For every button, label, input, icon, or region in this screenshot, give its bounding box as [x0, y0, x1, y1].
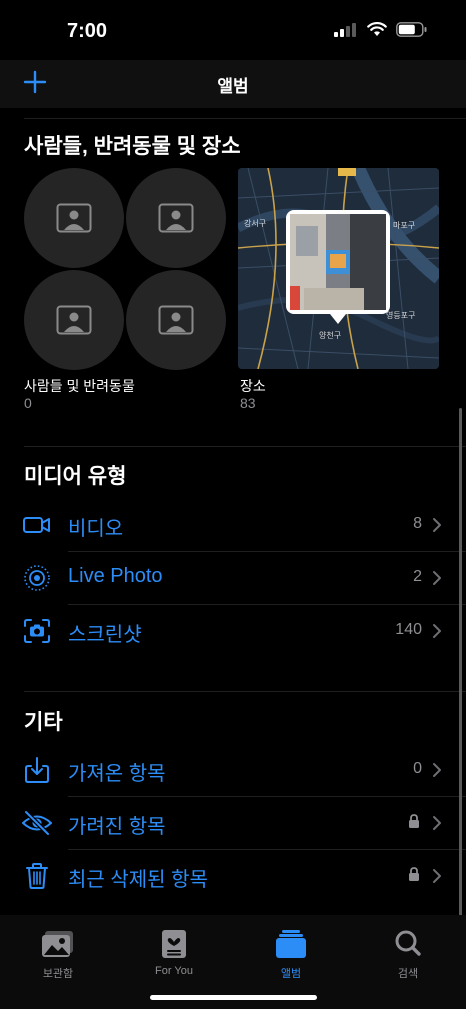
scrollbar[interactable] [459, 408, 462, 918]
media-types-section-title: 미디어 유형 [24, 465, 127, 488]
other-row-imports[interactable]: 가져온 항목 0 [0, 744, 466, 796]
status-bar: 7:00 [0, 0, 466, 60]
lock-icon [409, 814, 419, 828]
search-icon [395, 930, 421, 956]
person-placeholder [126, 168, 226, 268]
person-placeholder-icon [158, 305, 194, 335]
section-divider [24, 446, 466, 447]
people-places-section-title: 사람들, 반려동물 및 장소 [24, 135, 241, 158]
screenshot-icon [24, 619, 50, 643]
navigation-bar: 앨범 [0, 60, 466, 108]
person-placeholder [24, 168, 124, 268]
section-divider [24, 691, 466, 692]
divider [24, 118, 466, 119]
status-icons [334, 22, 428, 37]
tab-label: 검색 [397, 968, 419, 980]
media-row-screenshots[interactable]: 스크린샷 140 [0, 605, 466, 657]
places-album-count: 83 [240, 395, 256, 411]
other-row-label: 최근 삭제된 항목 [68, 869, 208, 891]
media-row-count: 2 [413, 568, 422, 585]
person-placeholder-icon [158, 203, 194, 233]
page-title: 앨범 [217, 77, 249, 96]
other-row-label: 가려진 항목 [68, 816, 166, 838]
media-row-label: Live Photo [68, 565, 163, 587]
tab-albums[interactable]: 앨범 [233, 915, 349, 985]
map-label: 양천구 [319, 330, 341, 340]
chevron-right-icon [433, 518, 441, 532]
other-row-label: 가져온 항목 [68, 763, 166, 785]
chevron-right-icon [433, 763, 441, 777]
tab-for-you[interactable]: For You [116, 915, 232, 985]
tab-label: 보관함 [42, 968, 74, 980]
media-row-label: 스크린샷 [68, 624, 142, 646]
person-placeholder [24, 270, 124, 370]
other-row-recently-deleted[interactable]: 최근 삭제된 항목 [0, 850, 466, 902]
location-photo-pin [286, 210, 390, 324]
media-row-live-photo[interactable]: Live Photo 2 [0, 552, 466, 604]
media-row-count: 140 [395, 621, 422, 638]
tab-bar: 보관함 For You 앨범 검색 [0, 915, 466, 1009]
status-time: 7:00 [67, 20, 108, 42]
live-photo-icon [24, 565, 50, 591]
other-row-count: 0 [413, 760, 422, 777]
chevron-right-icon [433, 869, 441, 883]
tab-label: 앨범 [280, 968, 302, 980]
chevron-right-icon [433, 816, 441, 830]
hidden-eye-icon [22, 810, 52, 836]
import-icon [25, 757, 49, 783]
other-section-title: 기타 [24, 711, 63, 734]
home-indicator[interactable] [150, 995, 317, 1000]
people-album-label: 사람들 및 반려동물 [24, 378, 135, 394]
media-row-video[interactable]: 비디오 8 [0, 499, 466, 551]
albums-icon [276, 930, 306, 958]
map-thumbnail: 강서구 마포구 영등포구 양천구 [238, 168, 439, 369]
tab-library[interactable]: 보관함 [0, 915, 116, 985]
places-map-tile[interactable]: 강서구 마포구 영등포구 양천구 [238, 168, 439, 369]
video-icon [23, 517, 50, 533]
tab-label: For You [155, 965, 193, 977]
chevron-right-icon [433, 624, 441, 638]
people-album-count: 0 [24, 395, 32, 411]
places-album-label: 장소 [240, 378, 266, 394]
person-placeholder-icon [56, 203, 92, 233]
for-you-icon [162, 930, 186, 958]
battery-icon [396, 22, 427, 37]
media-row-label: 비디오 [68, 518, 124, 540]
map-label: 영등포구 [386, 310, 415, 320]
people-album-tile[interactable] [24, 168, 226, 370]
media-row-count: 8 [413, 515, 422, 532]
chevron-right-icon [433, 571, 441, 585]
wifi-icon [367, 22, 387, 36]
cellular-signal-icon [334, 22, 356, 37]
lock-icon [409, 867, 419, 881]
map-label: 강서구 [244, 218, 266, 228]
person-placeholder-icon [56, 305, 92, 335]
map-label: 마포구 [393, 221, 415, 230]
other-row-hidden[interactable]: 가려진 항목 [0, 797, 466, 849]
person-placeholder [126, 270, 226, 370]
tab-search[interactable]: 검색 [350, 915, 466, 985]
library-icon [42, 931, 73, 957]
trash-icon [26, 863, 48, 889]
